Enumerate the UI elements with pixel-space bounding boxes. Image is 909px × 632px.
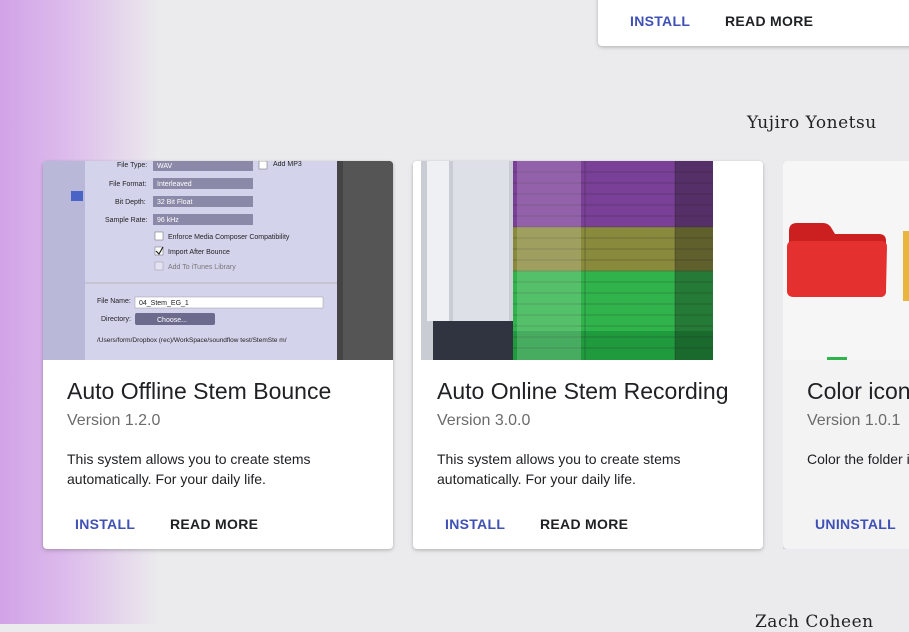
svg-text:Bit Depth:: Bit Depth: xyxy=(115,199,146,206)
package-card: Auto Online Stem Recording Version 3.0.0… xyxy=(413,161,763,549)
read-more-button[interactable]: READ MORE xyxy=(540,516,628,532)
read-more-button[interactable]: READ MORE xyxy=(170,516,258,532)
section-header-author: Yujiro Yonetsu xyxy=(747,113,877,133)
card-title: Auto Offline Stem Bounce xyxy=(67,378,332,404)
svg-text:Enforce Media Composer Compati: Enforce Media Composer Compatibility xyxy=(168,234,290,241)
section-header-author: Zach Coheen xyxy=(755,612,874,632)
card-title: Color icon xyxy=(807,378,909,404)
svg-text:Choose...: Choose... xyxy=(157,317,187,324)
svg-text:File Type:: File Type: xyxy=(117,162,147,169)
top-card: INSTALL READ MORE xyxy=(598,0,909,46)
card-version: Version 1.0.1 xyxy=(807,412,901,429)
folder-icon xyxy=(783,161,909,360)
svg-text:File Format:: File Format: xyxy=(109,181,146,188)
card-version: Version 3.0.0 xyxy=(437,412,531,429)
svg-text:Directory:: Directory: xyxy=(101,316,131,323)
read-more-button[interactable]: READ MORE xyxy=(725,13,813,29)
package-card: File Type: WAV Add MP3 File Format: Inte… xyxy=(43,161,393,549)
install-button[interactable]: INSTALL xyxy=(630,13,690,29)
install-button[interactable]: INSTALL xyxy=(445,516,505,532)
card-image xyxy=(783,161,909,360)
svg-text:96 kHz: 96 kHz xyxy=(157,217,179,224)
svg-text:Sample Rate:: Sample Rate: xyxy=(105,217,147,224)
svg-text:Add MP3: Add MP3 xyxy=(273,161,302,168)
install-button[interactable]: INSTALL xyxy=(75,516,135,532)
card-description: This system allows you to create stems a… xyxy=(437,451,681,487)
card-version: Version 1.2.0 xyxy=(67,412,161,429)
card-image: File Type: WAV Add MP3 File Format: Inte… xyxy=(43,161,393,360)
card-title: Auto Online Stem Recording xyxy=(437,378,729,404)
card-description: This system allows you to create stems a… xyxy=(67,451,311,487)
svg-text:Import After Bounce: Import After Bounce xyxy=(168,249,230,256)
protools-tracks-screenshot xyxy=(413,161,763,360)
svg-text:/Users/form/Dropbox (rec)/Work: /Users/form/Dropbox (rec)/WorkSpace/soun… xyxy=(97,337,287,344)
package-card: Color icon Version 1.0.1 Color the folde… xyxy=(783,161,909,549)
svg-text:04_Stem_EG_1: 04_Stem_EG_1 xyxy=(139,300,189,307)
svg-text:File Name:: File Name: xyxy=(97,298,131,305)
svg-text:WAV: WAV xyxy=(157,163,172,170)
uninstall-button[interactable]: UNINSTALL xyxy=(815,516,896,532)
svg-text:Add To iTunes Library: Add To iTunes Library xyxy=(168,264,236,271)
svg-text:Interleaved: Interleaved xyxy=(157,181,192,188)
card-description: Color the folder i xyxy=(807,451,909,467)
card-clip: Color icon Version 1.0.1 Color the folde… xyxy=(783,161,909,549)
svg-text:32 Bit Float: 32 Bit Float xyxy=(157,199,192,206)
card-image xyxy=(413,161,763,360)
bounce-dialog-screenshot: File Type: WAV Add MP3 File Format: Inte… xyxy=(43,161,393,360)
